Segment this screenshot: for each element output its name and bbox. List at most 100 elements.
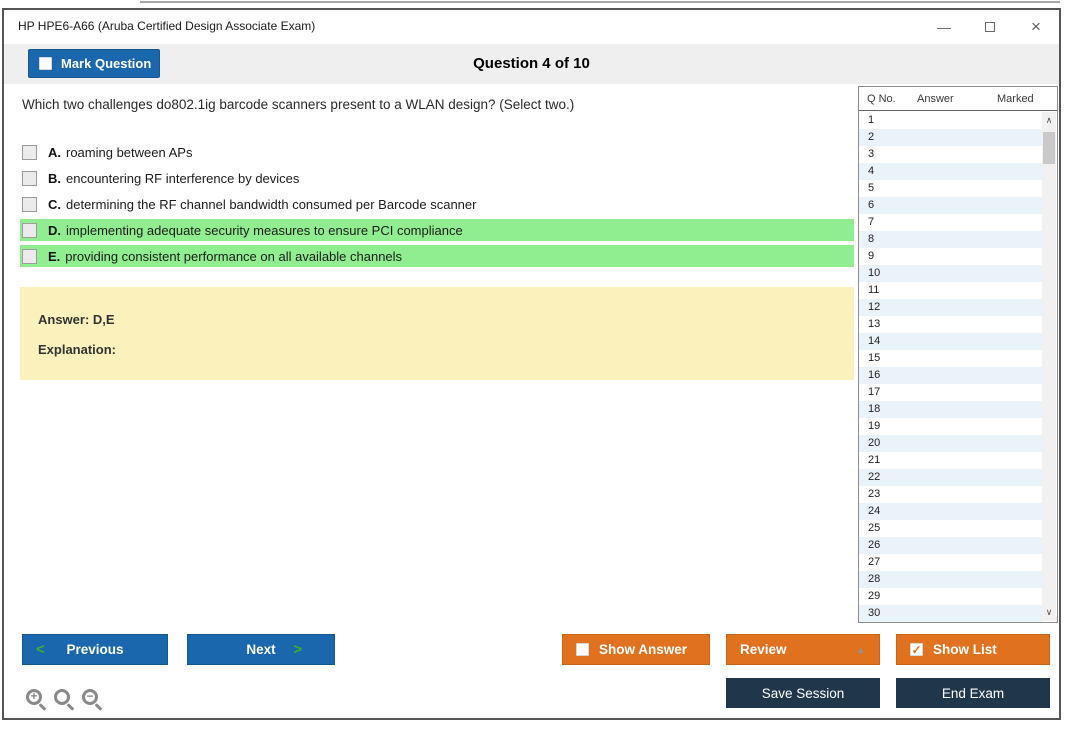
column-qno: Q No. [867, 93, 896, 105]
question-list-panel: Q No. Answer Marked 1 2 3 4 5 6 7 8 9 10 11 12 13 14 1… [858, 86, 1058, 623]
question-list-row[interactable]: 10 [859, 265, 1042, 282]
option-d-checkbox[interactable] [22, 222, 37, 238]
end-exam-label: End Exam [941, 685, 1005, 701]
check-icon: ✓ [911, 642, 922, 657]
show-answer-checkbox[interactable] [576, 643, 589, 656]
next-label: Next [246, 642, 276, 657]
show-list-label: Show List [933, 642, 997, 657]
answer-panel: Answer: D,E Explanation: [20, 287, 854, 380]
show-answer-button[interactable]: Show Answer [562, 634, 710, 665]
option-text: roaming between APs [66, 144, 193, 160]
question-list-body: 1 2 3 4 5 6 7 8 9 10 11 12 13 14 15 16 17 18 19 20 21 22 23 24 2… [859, 112, 1042, 622]
scroll-up-icon[interactable]: ∧ [1042, 113, 1056, 128]
question-list-row[interactable]: 12 [859, 299, 1042, 316]
question-list-row[interactable]: 1 [859, 112, 1042, 129]
option-letter: E. [48, 248, 61, 264]
question-list-row[interactable]: 22 [859, 469, 1042, 486]
question-list-row[interactable]: 26 [859, 537, 1042, 554]
option-text: determining the RF channel bandwidth con… [66, 196, 477, 212]
option-row-a[interactable]: A. roaming between APs [20, 141, 854, 163]
explanation-label: Explanation: [38, 342, 117, 357]
scrollbar-thumb[interactable] [1043, 132, 1055, 164]
question-list-row[interactable]: 5 [859, 180, 1042, 197]
question-list-row[interactable]: 27 [859, 554, 1042, 571]
next-button[interactable]: Next > [187, 634, 335, 665]
option-text: implementing adequate security measures … [66, 222, 463, 238]
mark-question-checkbox[interactable] [39, 57, 52, 70]
zoom-toolbar: + − [26, 689, 103, 711]
option-letter: B. [48, 170, 61, 186]
titlebar: HP HPE6-A66 (Aruba Certified Design Asso… [4, 10, 1059, 44]
question-list-row[interactable]: 9 [859, 248, 1042, 265]
option-a-checkbox[interactable] [22, 144, 37, 160]
magnifier-handle [38, 703, 47, 711]
exam-window: HP HPE6-A66 (Aruba Certified Design Asso… [2, 8, 1061, 720]
zoom-out-icon[interactable]: − [82, 689, 103, 711]
question-list-row[interactable]: 13 [859, 316, 1042, 333]
next-chevron-icon: > [293, 641, 302, 658]
column-answer: Answer [917, 93, 954, 105]
previous-chevron-icon: < [36, 641, 45, 658]
question-list-header: Q No. Answer Marked [859, 87, 1057, 111]
end-exam-button[interactable]: End Exam [896, 678, 1050, 708]
question-list-row[interactable]: 23 [859, 486, 1042, 503]
question-list-row[interactable]: 11 [859, 282, 1042, 299]
scroll-down-icon[interactable]: ∨ [1042, 605, 1056, 620]
question-list-row[interactable]: 21 [859, 452, 1042, 469]
minus-sign: − [86, 689, 94, 703]
previous-button[interactable]: < Previous [22, 634, 168, 665]
answer-text: Answer: D,E [38, 312, 115, 327]
zoom-in-icon[interactable]: + [26, 689, 47, 711]
plus-sign: + [30, 689, 38, 703]
magnifier-handle [66, 703, 75, 711]
question-list-row[interactable]: 28 [859, 571, 1042, 588]
option-b-checkbox[interactable] [22, 170, 37, 186]
option-c-checkbox[interactable] [22, 196, 37, 212]
option-row-b[interactable]: B. encountering RF interference by devic… [20, 167, 854, 189]
minimize-icon[interactable]: — [927, 10, 961, 44]
zoom-reset-icon[interactable] [54, 689, 75, 711]
question-list-row[interactable]: 17 [859, 384, 1042, 401]
question-list-row[interactable]: 2 [859, 129, 1042, 146]
previous-label: Previous [66, 642, 124, 657]
question-list-row[interactable]: 25 [859, 520, 1042, 537]
maximize-icon[interactable] [973, 10, 1007, 44]
question-list-row[interactable]: 4 [859, 163, 1042, 180]
question-list-row[interactable]: 29 [859, 588, 1042, 605]
option-row-e[interactable]: E. providing consistent performance on a… [20, 245, 854, 267]
close-icon[interactable]: × [1019, 10, 1053, 44]
question-list-row[interactable]: 15 [859, 350, 1042, 367]
question-list-row[interactable]: 3 [859, 146, 1042, 163]
question-list-row[interactable]: 20 [859, 435, 1042, 452]
question-list-row[interactable]: 18 [859, 401, 1042, 418]
question-counter: Question 4 of 10 [473, 55, 590, 72]
option-e-checkbox[interactable] [22, 248, 37, 264]
question-list-row[interactable]: 16 [859, 367, 1042, 384]
question-list-row[interactable]: 14 [859, 333, 1042, 350]
question-list-scrollbar[interactable]: ∧ ∨ [1042, 112, 1056, 621]
magnifier-handle [94, 703, 103, 711]
window-title: HP HPE6-A66 (Aruba Certified Design Asso… [18, 19, 316, 33]
show-list-checkbox[interactable]: ✓ [910, 643, 923, 656]
option-letter: D. [48, 222, 61, 238]
question-list-row[interactable]: 19 [859, 418, 1042, 435]
save-session-label: Save Session [761, 685, 845, 701]
option-text: providing consistent performance on all … [65, 248, 403, 264]
window-controls: — × [915, 10, 1053, 44]
option-row-c[interactable]: C. determining the RF channel bandwidth … [20, 193, 854, 215]
question-list-row[interactable]: 30 [859, 605, 1042, 622]
column-marked: Marked [997, 93, 1034, 105]
question-list-row[interactable]: 7 [859, 214, 1042, 231]
show-list-button[interactable]: ✓ Show List [896, 634, 1050, 665]
question-list-row[interactable]: 8 [859, 231, 1042, 248]
review-dropdown-button[interactable]: Review ▲ [726, 634, 880, 665]
option-row-d[interactable]: D. implementing adequate security measur… [20, 219, 854, 241]
save-session-button[interactable]: Save Session [726, 678, 880, 708]
mark-question-button[interactable]: Mark Question [28, 49, 160, 78]
options-list: A. roaming between APs B. encountering R… [20, 141, 854, 271]
question-list-row[interactable]: 6 [859, 197, 1042, 214]
option-letter: C. [48, 196, 61, 212]
show-answer-label: Show Answer [599, 642, 688, 657]
question-list-row[interactable]: 24 [859, 503, 1042, 520]
question-text: Which two challenges do802.1ig barcode s… [22, 97, 575, 112]
